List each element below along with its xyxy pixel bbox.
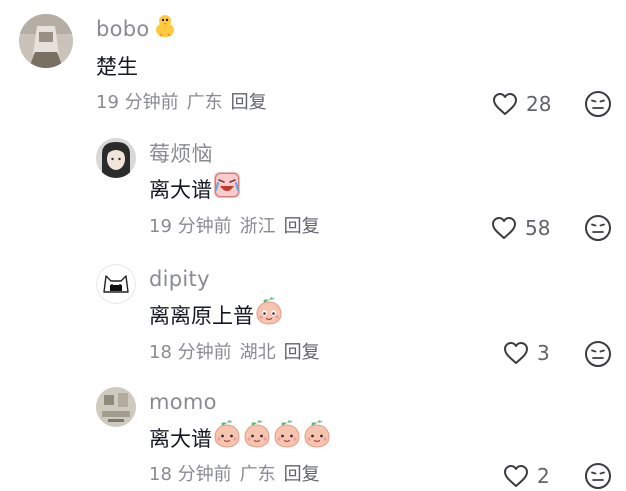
like-button[interactable]: 3 [503,338,550,368]
like-button[interactable]: 58 [491,213,550,243]
reply-button[interactable]: 回复 [284,464,320,485]
comment-text-content: 楚生 [96,55,138,79]
username[interactable]: momo [149,389,217,415]
username-text: bobo [96,17,150,41]
like-count: 28 [526,92,552,116]
comment-text-content: 离大谱 [149,178,212,202]
peach-face-emoji [272,419,302,456]
like-count: 2 [537,464,550,488]
reply-button[interactable]: 回复 [284,342,320,363]
reply-button[interactable]: 回复 [284,216,320,237]
peach-face-emoji [302,419,332,456]
comment-text: 楚生 [96,53,138,81]
avatar-image [96,387,136,427]
reply-meifannao: 莓烦恼 离大谱 19 分钟前 浙江 回复 58 [0,130,626,250]
heart-outline-icon [504,465,528,487]
peach-face-emoji [254,296,284,333]
neutral-face-icon [585,463,611,489]
comment-time: 19 分钟前 [96,92,179,113]
like-count: 3 [537,341,550,365]
comment-location: 湖北 [239,342,276,363]
username-text: dipity [149,267,210,291]
comment-time: 18 分钟前 [149,342,232,363]
comment-text-content: 离大谱 [149,427,212,451]
comment-location: 浙江 [239,216,276,237]
neutral-face-icon [585,215,611,241]
username-text: 莓烦恼 [149,142,213,166]
like-count: 58 [525,216,551,240]
comment-bobo: bobo 楚生 19 分钟前 广东 回复 28 [0,0,626,120]
reply-button[interactable]: 回复 [231,92,267,113]
like-button[interactable]: 2 [503,461,550,491]
comment-text: 离大谱 [149,172,242,207]
dislike-button[interactable] [584,340,612,368]
reply-momo: momo 离大谱 18 分钟前 广东 回复 2 [0,381,626,489]
peach-face-emoji [212,419,242,456]
username[interactable]: dipity [149,266,210,292]
comment-text: 离离原上普 [149,297,284,333]
username[interactable]: 莓烦恼 [149,141,213,167]
comment-location: 广东 [186,92,223,113]
laughing-tears-emoji [212,170,242,207]
comment-text: 离大谱 [149,420,332,456]
dislike-button[interactable] [584,462,612,490]
comment-meta: 19 分钟前 浙江 回复 [149,215,328,239]
username[interactable]: bobo [96,15,178,44]
avatar[interactable] [96,138,136,178]
peach-face-emoji [242,419,272,456]
avatar[interactable] [96,264,136,304]
comment-location: 广东 [239,464,276,485]
dislike-button[interactable] [584,90,612,118]
heart-outline-icon [492,217,516,239]
comment-time: 18 分钟前 [149,464,232,485]
heart-outline-icon [504,342,528,364]
heart-outline-icon [493,93,517,115]
avatar-image [19,14,73,68]
comment-time: 19 分钟前 [149,216,232,237]
username-text: momo [149,390,217,414]
like-button[interactable]: 28 [492,89,551,119]
comment-meta: 18 分钟前 广东 回复 [149,463,328,487]
avatar-image [96,138,136,178]
avatar[interactable] [96,387,136,427]
reply-dipity: dipity 离离原上普 18 分钟前 湖北 回复 3 [0,256,626,376]
neutral-face-icon [585,91,611,117]
comment-text-content: 离离原上普 [149,304,254,328]
chick-emoji [152,12,178,44]
avatar[interactable] [19,14,73,68]
comment-meta: 19 分钟前 广东 回复 [96,91,275,115]
dislike-button[interactable] [584,214,612,242]
avatar-image [96,264,136,304]
neutral-face-icon [585,341,611,367]
comment-meta: 18 分钟前 湖北 回复 [149,341,328,365]
